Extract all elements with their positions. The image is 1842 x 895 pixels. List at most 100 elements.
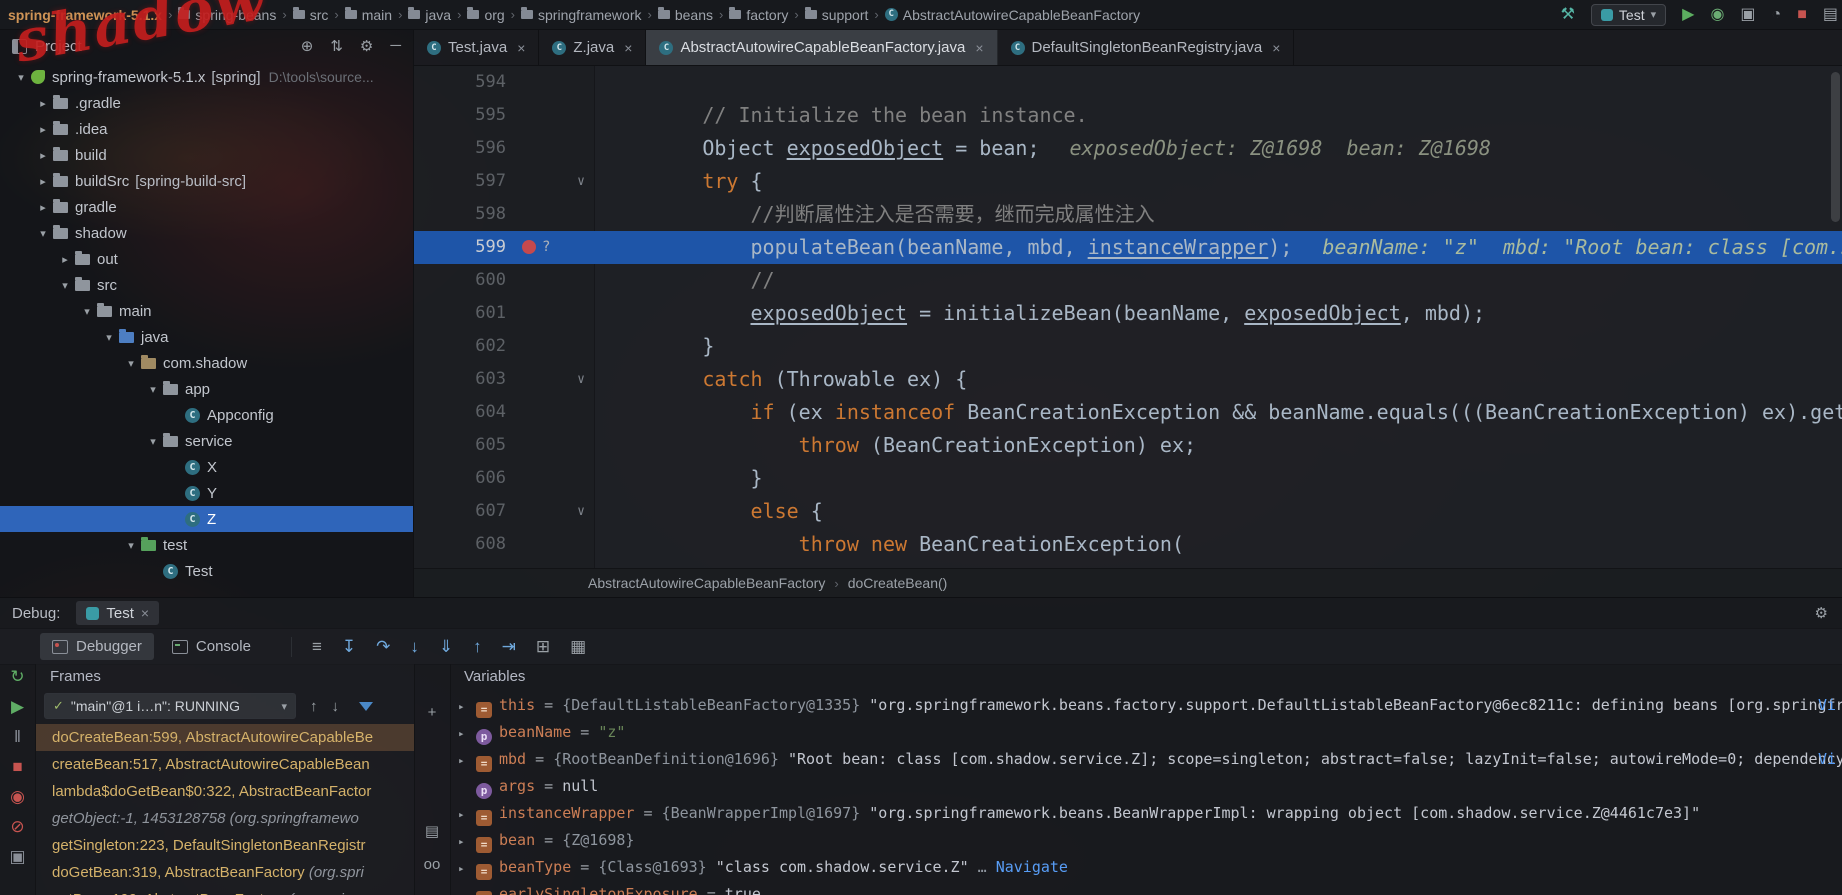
- project-panel-title[interactable]: Project: [35, 38, 293, 55]
- stack-frame[interactable]: createBean:517, AbstractAutowireCapableB…: [36, 751, 414, 778]
- evaluate-expression-icon[interactable]: ⊞: [536, 637, 550, 657]
- tree-item-java[interactable]: ▾ java: [0, 324, 413, 350]
- scrollbar-thumb[interactable]: [1831, 72, 1840, 222]
- close-icon[interactable]: ×: [517, 40, 525, 56]
- line-number[interactable]: 600: [414, 264, 506, 297]
- chevron-right-icon[interactable]: ▸: [34, 149, 52, 162]
- stack-frame[interactable]: getBean:199, AbstractBeanFactory (org.sp…: [36, 886, 414, 895]
- next-frame-icon[interactable]: ↓: [332, 698, 340, 715]
- chevron-down-icon[interactable]: ▾: [144, 435, 162, 448]
- chevron-right-icon[interactable]: ▸: [458, 801, 476, 827]
- close-icon[interactable]: ×: [141, 605, 149, 621]
- fold-icon[interactable]: ∨: [577, 495, 585, 528]
- stack-frame[interactable]: getObject:-1, 1453128758 (org.springfram…: [36, 805, 414, 832]
- step-out-icon[interactable]: ↑: [473, 637, 482, 657]
- step-over-icon[interactable]: ↷: [376, 637, 390, 657]
- stop-icon[interactable]: ■: [12, 758, 22, 775]
- editor-breadcrumb-item-docreatebean[interactable]: doCreateBean(): [848, 575, 948, 591]
- profiler-icon[interactable]: ◔: [1772, 6, 1782, 23]
- breadcrumb-item-org[interactable]: org: [467, 7, 505, 23]
- line-number[interactable]: 605: [414, 429, 506, 462]
- show-execution-point-icon[interactable]: ↧: [342, 637, 356, 657]
- stack-frame[interactable]: doCreateBean:599, AbstractAutowireCapabl…: [36, 724, 414, 751]
- tree-item-spring-framework-5-1-x[interactable]: ▾ spring-framework-5.1.x [spring] D:\tool…: [0, 64, 413, 90]
- tree-item-app[interactable]: ▾ app: [0, 376, 413, 402]
- filter-icon[interactable]: [359, 701, 373, 711]
- chevron-right-icon[interactable]: ▸: [34, 97, 52, 110]
- chevron-right-icon[interactable]: ▸: [458, 720, 476, 746]
- breadcrumb-item-beans[interactable]: beans: [657, 7, 713, 23]
- settings-icon[interactable]: ⚙: [360, 37, 373, 55]
- settings-icon[interactable]: ⚙: [1815, 604, 1828, 622]
- tab-test-java[interactable]: C Test.java ×: [414, 30, 540, 65]
- line-number[interactable]: 599: [414, 231, 506, 264]
- variable-row-instancewrapper[interactable]: ▸ = instanceWrapper = {BeanWrapperImpl@169…: [450, 800, 1842, 827]
- tree-item-z[interactable]: CZ: [0, 506, 413, 532]
- chevron-right-icon[interactable]: ▸: [34, 123, 52, 136]
- tree-item-buildsrc[interactable]: ▸ buildSrc [spring-build-src]: [0, 168, 413, 194]
- chevron-down-icon[interactable]: ▾: [78, 305, 96, 318]
- chevron-down-icon[interactable]: ▾: [100, 331, 118, 344]
- run-to-cursor-icon[interactable]: ⇥: [502, 637, 516, 657]
- breadcrumb-item-abstractautowirecapablebeanfactory[interactable]: C AbstractAutowireCapableBeanFactory: [884, 7, 1140, 23]
- step-into-icon[interactable]: ↓: [410, 637, 419, 657]
- variable-row-beanname[interactable]: ▸ p beanName = "z": [450, 719, 1842, 746]
- close-icon[interactable]: ×: [1272, 40, 1280, 56]
- line-number[interactable]: 608: [414, 528, 506, 561]
- view-link[interactable]: Vi: [1818, 746, 1836, 773]
- tree-item-shadow[interactable]: ▾ shadow: [0, 220, 413, 246]
- line-number[interactable]: 596: [414, 132, 506, 165]
- chevron-down-icon[interactable]: ▾: [122, 357, 140, 370]
- tree-item-appconfig[interactable]: C Appconfig: [0, 402, 413, 428]
- tree-item-service[interactable]: ▾ service: [0, 428, 413, 454]
- tab-debugger[interactable]: Debugger: [40, 633, 154, 660]
- hide-panel-icon[interactable]: ─: [390, 37, 401, 55]
- run-icon[interactable]: ▶: [1682, 6, 1694, 23]
- close-icon[interactable]: ×: [624, 40, 632, 56]
- chevron-down-icon[interactable]: ▾: [122, 539, 140, 552]
- chevron-right-icon[interactable]: ▸: [34, 201, 52, 214]
- tab-console[interactable]: Console: [160, 633, 263, 660]
- tab-defaultsingletonbeanregistry-java[interactable]: C DefaultSingletonBeanRegistry.java ×: [998, 30, 1295, 65]
- breadcrumb-item-spring-framework-5-1-x[interactable]: spring-framework-5.1.x: [8, 7, 162, 23]
- chevron-right-icon[interactable]: ▸: [458, 747, 476, 773]
- chevron-right-icon[interactable]: ▸: [34, 175, 52, 188]
- pause-icon[interactable]: ‖: [14, 728, 21, 745]
- copy-icon[interactable]: ▤: [414, 822, 450, 840]
- layout-menu-icon[interactable]: ≡: [312, 637, 322, 657]
- line-number[interactable]: 603: [414, 363, 506, 396]
- settings-grid-icon[interactable]: ▦: [570, 637, 586, 657]
- view-link[interactable]: Vi: [1818, 692, 1836, 719]
- breadcrumb-item-factory[interactable]: factory: [729, 7, 788, 23]
- tree-item-test[interactable]: C Test: [0, 558, 413, 584]
- add-watch-icon[interactable]: +: [414, 704, 450, 721]
- chevron-down-icon[interactable]: ▾: [34, 227, 52, 240]
- debug-session-tab[interactable]: Test ×: [76, 601, 160, 625]
- run-config-selector[interactable]: Test ▾: [1590, 3, 1667, 26]
- rerun-icon[interactable]: ↻: [10, 668, 24, 685]
- tree-item-gradle[interactable]: ▸ .gradle: [0, 90, 413, 116]
- thread-dump-icon[interactable]: ▣: [9, 848, 25, 865]
- tree-item-out[interactable]: ▸ out: [0, 246, 413, 272]
- tree-item-build[interactable]: ▸ build: [0, 142, 413, 168]
- tree-item-idea[interactable]: ▸ .idea: [0, 116, 413, 142]
- debug-icon[interactable]: ◉: [1710, 6, 1724, 23]
- tree-item-gradle[interactable]: ▸ gradle: [0, 194, 413, 220]
- line-number[interactable]: 604: [414, 396, 506, 429]
- breadcrumb-item-main[interactable]: main: [344, 7, 392, 23]
- chevron-right-icon[interactable]: ▸: [458, 693, 476, 719]
- locate-file-icon[interactable]: ⊕: [301, 37, 314, 55]
- line-number[interactable]: 602: [414, 330, 506, 363]
- tree-item-com-shadow[interactable]: ▾ com.shadow: [0, 350, 413, 376]
- prev-frame-icon[interactable]: ↑: [310, 698, 318, 715]
- line-number[interactable]: 595: [414, 99, 506, 132]
- tree-item-main[interactable]: ▾ main: [0, 298, 413, 324]
- variable-row-this[interactable]: ▸ = this = {DefaultListableBeanFactory@133…: [450, 692, 1842, 719]
- tree-item-y[interactable]: CY: [0, 480, 413, 506]
- editor-scrollbar[interactable]: [1831, 72, 1840, 562]
- build-hammer-icon[interactable]: ⚒: [1561, 6, 1575, 23]
- variable-row-earlysingletonexposure[interactable]: =earlySingletonExposure = true: [450, 881, 1842, 895]
- chevron-right-icon[interactable]: ▸: [458, 855, 476, 881]
- variable-row-mbd[interactable]: ▸ = mbd = {RootBeanDefinition@1696} "Root …: [450, 746, 1842, 773]
- line-number[interactable]: 594: [414, 66, 506, 99]
